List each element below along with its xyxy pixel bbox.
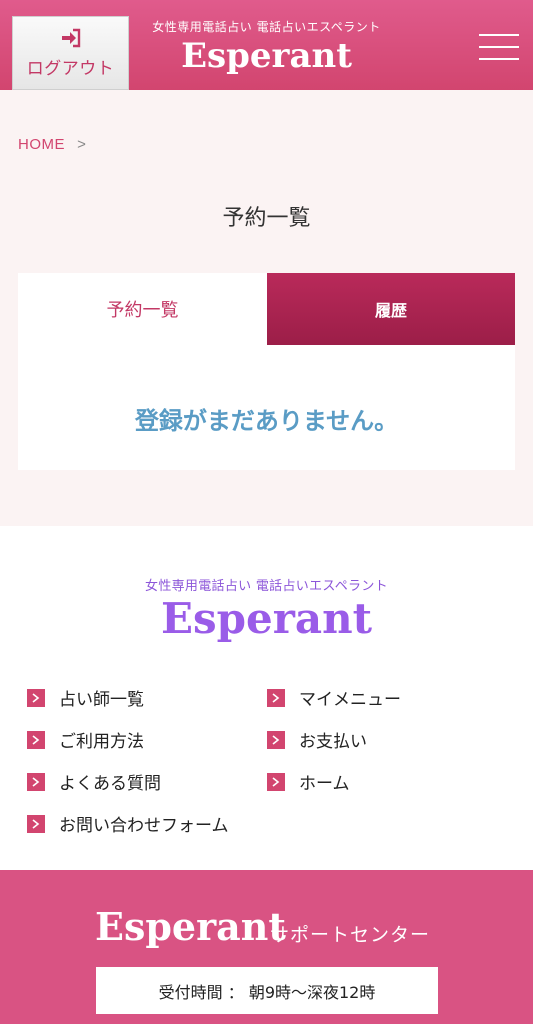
chevron-right-icon bbox=[27, 688, 45, 707]
header-logo[interactable]: Esperant bbox=[0, 36, 533, 76]
footer-link-label: お支払い bbox=[299, 732, 367, 752]
footer-link-label: マイメニュー bbox=[299, 690, 401, 710]
breadcrumb-home-link[interactable]: HOME bbox=[18, 136, 65, 153]
chevron-right-icon bbox=[267, 688, 285, 707]
site-footer: 女性専用電話占い 電話占いエスペラント Esperant 占い師一覧 マイメニュ… bbox=[0, 526, 533, 870]
footer-link-label: 占い師一覧 bbox=[59, 690, 144, 710]
tab-reservations[interactable]: 予約一覧 bbox=[18, 273, 267, 345]
footer-link-my-menu[interactable]: マイメニュー bbox=[267, 685, 401, 710]
footer-brand-subtitle: 女性専用電話占い 電話占いエスペラント bbox=[145, 579, 388, 594]
page-title: 予約一覧 bbox=[222, 206, 311, 231]
chevron-right-icon bbox=[267, 772, 285, 791]
chevron-right-icon bbox=[267, 730, 285, 749]
support-hours: 受付時間 ： 朝9時〜深夜12時 bbox=[96, 967, 438, 1014]
footer-link-label: ホーム bbox=[299, 774, 350, 794]
header-brand-subtitle: 女性専用電話占い 電話占いエスペラント bbox=[152, 20, 381, 34]
footer-link-faq[interactable]: よくある質問 bbox=[27, 769, 161, 794]
footer-link-label: よくある質問 bbox=[59, 774, 161, 794]
footer-link-payment[interactable]: お支払い bbox=[267, 727, 367, 752]
hamburger-icon[interactable] bbox=[479, 34, 519, 62]
footer-logo[interactable]: Esperant bbox=[0, 594, 533, 643]
footer-link-fortune-tellers[interactable]: 占い師一覧 bbox=[27, 685, 144, 710]
site-header: ログアウト 女性専用電話占い 電話占いエスペラント Esperant bbox=[0, 0, 533, 90]
support-logo: Esperant bbox=[95, 904, 286, 949]
footer-link-label: ご利用方法 bbox=[59, 732, 144, 752]
empty-message: 登録がまだありません。 bbox=[134, 407, 399, 435]
reservation-card: 予約一覧 履歴 登録がまだありません。 bbox=[18, 273, 515, 470]
footer-link-home[interactable]: ホーム bbox=[267, 769, 350, 794]
breadcrumb-separator: > bbox=[77, 136, 86, 153]
chevron-right-icon bbox=[27, 730, 45, 749]
support-center-band: Esperant サポートセンター 受付時間 ： 朝9時〜深夜12時 bbox=[0, 870, 533, 1024]
tab-history[interactable]: 履歴 bbox=[267, 273, 515, 345]
chevron-right-icon bbox=[27, 814, 45, 833]
footer-link-label: お問い合わせフォーム bbox=[59, 816, 229, 836]
support-center-title: サポートセンター bbox=[270, 924, 431, 946]
chevron-right-icon bbox=[27, 772, 45, 791]
footer-link-contact-form[interactable]: お問い合わせフォーム bbox=[27, 811, 229, 836]
breadcrumb: HOME > bbox=[18, 136, 86, 153]
footer-link-how-to-use[interactable]: ご利用方法 bbox=[27, 727, 144, 752]
